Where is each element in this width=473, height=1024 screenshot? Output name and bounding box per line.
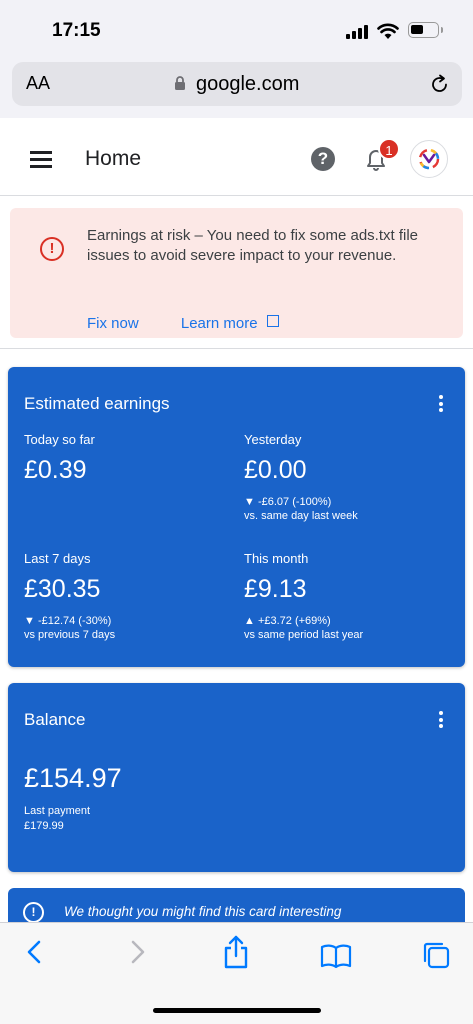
share-icon[interactable]	[223, 935, 249, 969]
metric-today: Today so far £0.39	[24, 432, 95, 485]
status-bar: 17:15	[0, 0, 473, 62]
more-vert-icon[interactable]	[439, 395, 443, 415]
forward-icon[interactable]	[128, 939, 148, 965]
metric-delta: ▼ -£12.74 (-30%)	[24, 615, 112, 627]
card-title: Estimated earnings	[24, 394, 170, 413]
text-size-button[interactable]: AA	[26, 73, 50, 94]
fix-now-link[interactable]: Fix now	[87, 315, 139, 332]
estimated-earnings-card[interactable]: Estimated earnings Today so far £0.39 Ye…	[8, 367, 465, 667]
home-indicator	[153, 1008, 321, 1013]
alert-message: Earnings at risk – You need to fix some …	[87, 227, 419, 264]
signal-icon	[346, 25, 370, 39]
metric-delta: ▼ -£6.07 (-100%)	[244, 496, 332, 508]
balance-card[interactable]: Balance £154.97 Last payment £179.99	[8, 683, 465, 872]
tabs-icon[interactable]	[422, 941, 450, 969]
metric-label: Yesterday	[244, 432, 302, 447]
reload-icon[interactable]	[430, 74, 450, 95]
last-payment-value: £179.99	[24, 820, 64, 832]
metric-comparison: vs. same day last week	[244, 510, 358, 522]
metric-yesterday: Yesterday £0.00 ▼ -£6.07 (-100%) vs. sam…	[244, 432, 358, 523]
metric-last-7-days: Last 7 days £30.35 ▼ -£12.74 (-30%) vs p…	[24, 551, 115, 642]
metric-value: £0.00	[244, 456, 307, 484]
wifi-icon	[377, 23, 399, 39]
page-title: Home	[85, 147, 142, 170]
battery-icon	[408, 22, 443, 38]
balance-value: £154.97	[24, 763, 122, 793]
metric-value: £9.13	[244, 575, 307, 603]
more-vert-icon[interactable]	[439, 711, 443, 731]
metric-value: £30.35	[24, 575, 101, 603]
metric-delta: ▲ +£3.72 (+69%)	[244, 615, 331, 627]
app-header: Home ? 1	[0, 118, 473, 196]
main-content: ! Earnings at risk – You need to fix som…	[0, 196, 473, 922]
back-icon[interactable]	[24, 939, 44, 965]
last-payment-label: Last payment	[24, 805, 91, 817]
external-link-icon	[266, 315, 279, 328]
avatar[interactable]	[410, 140, 448, 178]
metric-this-month: This month £9.13 ▲ +£3.72 (+69%) vs same…	[244, 551, 363, 642]
suggestion-card[interactable]: ! We thought you might find this card in…	[8, 888, 465, 922]
earnings-at-risk-alert: ! Earnings at risk – You need to fix som…	[10, 208, 463, 338]
card-title: Balance	[24, 710, 86, 729]
url-bar[interactable]: AA google.com	[12, 62, 462, 106]
help-icon[interactable]: ?	[311, 147, 335, 171]
menu-icon[interactable]	[30, 151, 52, 168]
metric-value: £0.39	[24, 456, 87, 484]
divider	[0, 348, 473, 349]
metric-comparison: vs previous 7 days	[24, 629, 116, 641]
notification-badge: 1	[378, 138, 400, 160]
status-time: 17:15	[52, 20, 101, 41]
metric-label: Last 7 days	[24, 551, 91, 566]
learn-more-link[interactable]: Learn more	[181, 315, 258, 332]
bookmarks-icon[interactable]	[320, 943, 352, 969]
alert-icon: !	[40, 237, 64, 261]
lock-icon	[175, 76, 185, 90]
metric-label: Today so far	[24, 432, 95, 447]
metric-comparison: vs same period last year	[244, 629, 364, 641]
lightbulb-icon: !	[23, 902, 44, 922]
metric-label: This month	[244, 551, 309, 566]
suggestion-text: We thought you might find this card inte…	[64, 904, 342, 919]
url-domain[interactable]: google.com	[196, 73, 299, 96]
